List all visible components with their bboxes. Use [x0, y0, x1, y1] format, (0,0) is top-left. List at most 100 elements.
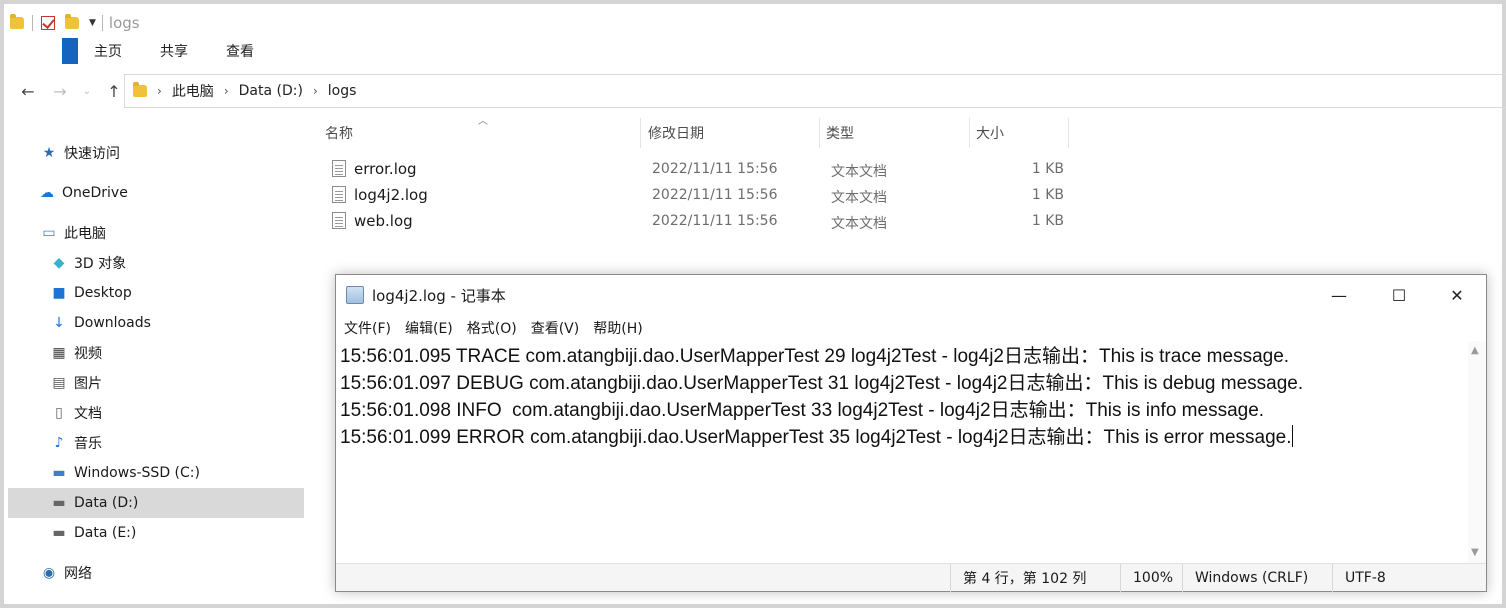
- sidebar-item-label: 文档: [74, 406, 102, 422]
- column-header-label: 名称: [325, 126, 353, 142]
- download-icon: ↓: [53, 315, 65, 331]
- sidebar-item-windows-ssd[interactable]: ▬ Windows-SSD (C:): [8, 458, 304, 488]
- status-text: Windows (CRLF): [1195, 570, 1309, 586]
- notepad-title-bar[interactable]: log4j2.log - 记事本 — ☐ ✕: [336, 275, 1486, 315]
- file-row-error-log[interactable]: error.log 2022/11/11 15:56 文本文档 1 KB: [326, 156, 1086, 182]
- status-line-ending: Windows (CRLF): [1182, 564, 1332, 592]
- sidebar-item-network[interactable]: ◉ 网络: [8, 558, 304, 588]
- document-icon: ▯: [55, 405, 63, 421]
- column-header-modified[interactable]: 修改日期: [648, 118, 818, 148]
- breadcrumb-this-pc[interactable]: 此电脑: [172, 81, 214, 101]
- menu-edit[interactable]: 编辑(E): [405, 318, 453, 338]
- file-type: 文本文档: [831, 164, 887, 180]
- customize-toolbar-dropdown-icon[interactable]: ▼: [89, 18, 96, 28]
- chevron-right-icon[interactable]: ›: [157, 84, 162, 98]
- sidebar-item-music[interactable]: ♪ 音乐: [8, 428, 304, 458]
- column-header-size[interactable]: 大小: [976, 118, 1066, 148]
- forward-arrow-icon[interactable]: →: [48, 82, 72, 101]
- navigation-bar: ← → ⌄ ↑ › 此电脑 › Data (D:) › logs: [8, 72, 1506, 110]
- sidebar-item-label: 3D 对象: [74, 256, 127, 272]
- log-line: 15:56:01.097 DEBUG com.atangbiji.dao.Use…: [340, 373, 1304, 394]
- drive-icon: ▬: [52, 465, 66, 481]
- tab-share[interactable]: 共享: [160, 41, 188, 61]
- file-row-web-log[interactable]: web.log 2022/11/11 15:56 文本文档 1 KB: [326, 208, 1086, 234]
- file-name: error.log: [354, 160, 417, 178]
- address-bar[interactable]: › 此电脑 › Data (D:) › logs: [124, 74, 1506, 108]
- minimize-icon[interactable]: —: [1310, 275, 1368, 315]
- sidebar-item-data-d[interactable]: ▬ Data (D:): [8, 488, 304, 518]
- chevron-right-icon[interactable]: ›: [224, 84, 229, 98]
- breadcrumb-data-d[interactable]: Data (D:): [239, 83, 303, 99]
- explorer-window: ▼ logs 主页 共享 查看 ← → ⌄ ↑ › 此电脑 › Data (D:…: [0, 0, 1506, 608]
- scroll-down-icon[interactable]: ▼: [1471, 547, 1479, 558]
- tab-home[interactable]: 主页: [94, 41, 122, 61]
- sidebar-item-pictures[interactable]: ▤ 图片: [8, 368, 304, 398]
- column-header-label: 修改日期: [648, 126, 704, 142]
- status-cursor-position: 第 4 行，第 102 列: [950, 564, 1120, 592]
- text-file-icon: [332, 212, 346, 229]
- status-text: 第 4 行，第 102 列: [963, 571, 1087, 587]
- cloud-icon: ☁: [40, 185, 54, 201]
- sidebar-item-label: Data (D:): [74, 495, 139, 511]
- recent-locations-chevron-icon[interactable]: ⌄: [80, 86, 94, 97]
- column-divider[interactable]: [640, 118, 641, 148]
- chevron-right-icon[interactable]: ›: [313, 84, 318, 98]
- file-row-log4j2-log[interactable]: log4j2.log 2022/11/11 15:56 文本文档 1 KB: [326, 182, 1086, 208]
- scroll-up-icon[interactable]: ▲: [1471, 345, 1479, 356]
- file-type: 文本文档: [831, 216, 887, 232]
- sidebar-item-videos[interactable]: ▦ 视频: [8, 338, 304, 368]
- sidebar-item-data-e[interactable]: ▬ Data (E:): [8, 518, 304, 548]
- file-tab[interactable]: [62, 38, 78, 64]
- back-arrow-icon[interactable]: ←: [16, 82, 40, 101]
- vertical-scrollbar[interactable]: ▲ ▼: [1468, 341, 1486, 563]
- tab-view[interactable]: 查看: [226, 41, 254, 61]
- sidebar-item-label: Desktop: [74, 285, 132, 301]
- column-header-type[interactable]: 类型: [826, 118, 966, 148]
- breadcrumb-logs[interactable]: logs: [328, 83, 357, 99]
- menu-help[interactable]: 帮助(H): [593, 318, 642, 338]
- file-name: web.log: [354, 212, 413, 230]
- column-header-name[interactable]: 名称: [325, 118, 641, 148]
- menu-file[interactable]: 文件(F): [344, 318, 391, 338]
- menu-view[interactable]: 查看(V): [531, 318, 580, 338]
- notepad-text-area[interactable]: 15:56:01.095 TRACE com.atangbiji.dao.Use…: [336, 341, 1468, 563]
- column-divider[interactable]: [1068, 118, 1069, 148]
- close-icon[interactable]: ✕: [1428, 275, 1486, 315]
- window-title: logs: [108, 14, 140, 32]
- sidebar-item-onedrive[interactable]: ☁ OneDrive: [8, 178, 304, 208]
- column-divider[interactable]: [969, 118, 970, 148]
- title-bar: ▼ logs: [10, 10, 1500, 36]
- up-arrow-icon[interactable]: ↑: [102, 82, 126, 101]
- picture-icon: ▤: [52, 375, 66, 391]
- menu-format[interactable]: 格式(O): [467, 318, 517, 338]
- sidebar-item-3d-objects[interactable]: ◆ 3D 对象: [8, 248, 304, 278]
- status-encoding: UTF-8: [1332, 564, 1468, 592]
- log-line: 15:56:01.098 INFO com.atangbiji.dao.User…: [340, 400, 1265, 421]
- column-header-label: 类型: [826, 126, 854, 142]
- sidebar-item-label: Data (E:): [74, 525, 137, 541]
- notepad-window: log4j2.log - 记事本 — ☐ ✕ 文件(F) 编辑(E) 格式(O)…: [335, 274, 1487, 592]
- sidebar-item-quick-access[interactable]: ★ 快速访问: [8, 138, 304, 168]
- file-type: 文本文档: [831, 190, 887, 206]
- properties-icon[interactable]: [41, 16, 55, 30]
- sidebar-item-label: Downloads: [74, 315, 151, 331]
- toolbar-separator: [32, 15, 33, 31]
- navigation-pane: ★ 快速访问 ☁ OneDrive ▭ 此电脑 ◆ 3D 对象 ■ Deskto…: [8, 134, 304, 604]
- file-size: 1 KB: [1031, 187, 1064, 203]
- log-line: 15:56:01.095 TRACE com.atangbiji.dao.Use…: [340, 346, 1290, 367]
- text-file-icon: [332, 186, 346, 203]
- file-name: log4j2.log: [354, 186, 428, 204]
- toolbar-separator: [101, 15, 103, 31]
- sidebar-item-documents[interactable]: ▯ 文档: [8, 398, 304, 428]
- sidebar-item-label: 此电脑: [64, 226, 106, 242]
- network-icon: ◉: [42, 565, 56, 581]
- sidebar-item-desktop[interactable]: ■ Desktop: [8, 278, 304, 308]
- text-cursor: [1291, 425, 1293, 447]
- new-folder-icon[interactable]: [65, 14, 79, 29]
- maximize-icon[interactable]: ☐: [1370, 275, 1428, 315]
- sidebar-item-this-pc[interactable]: ▭ 此电脑: [8, 218, 304, 248]
- log-line-last: 15:56:01.099 ERROR com.atangbiji.dao.Use…: [340, 424, 1464, 451]
- sidebar-item-downloads[interactable]: ↓ Downloads: [8, 308, 304, 338]
- column-divider[interactable]: [819, 118, 820, 148]
- folder-icon: [133, 82, 147, 97]
